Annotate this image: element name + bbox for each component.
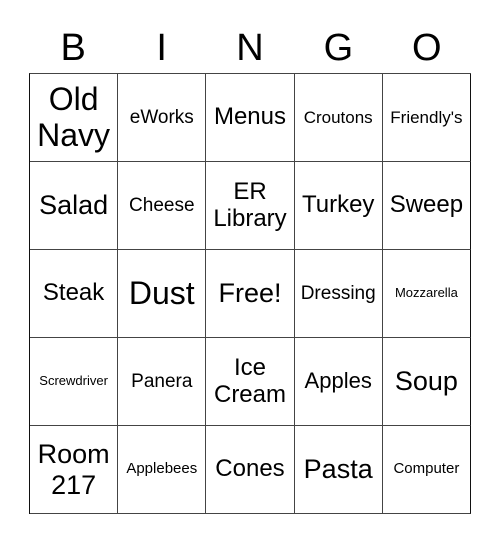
bingo-cell[interactable]: Room 217 — [30, 426, 119, 514]
bingo-cell[interactable]: Croutons — [294, 74, 383, 162]
bingo-free-space[interactable]: Free! — [206, 250, 295, 338]
bingo-cell[interactable]: Old Navy — [30, 74, 119, 162]
bingo-cell[interactable]: ER Library — [206, 162, 295, 250]
bingo-cell[interactable]: Dressing — [294, 250, 383, 338]
bingo-cell[interactable]: Turkey — [294, 162, 383, 250]
bingo-cell[interactable]: Salad — [30, 162, 119, 250]
bingo-cell[interactable]: Dust — [118, 250, 207, 338]
header-letter-n: N — [236, 27, 264, 69]
bingo-cell[interactable]: Computer — [382, 426, 471, 514]
bingo-cell[interactable]: Apples — [294, 338, 383, 426]
bingo-cell[interactable]: Ice Cream — [206, 338, 295, 426]
bingo-cell[interactable]: Panera — [118, 338, 207, 426]
header-letter-g: G — [323, 27, 354, 69]
bingo-cell[interactable]: Steak — [30, 250, 119, 338]
bingo-cell[interactable]: Mozzarella — [382, 250, 471, 338]
bingo-cell[interactable]: Pasta — [294, 426, 383, 514]
bingo-cell[interactable]: Soup — [382, 338, 471, 426]
bingo-cell[interactable]: Cheese — [118, 162, 207, 250]
header-letter-o: O — [412, 27, 442, 69]
bingo-cell[interactable]: Sweep — [382, 162, 471, 250]
bingo-cell[interactable]: Applebees — [118, 426, 207, 514]
header-letter-i: I — [156, 27, 167, 69]
bingo-cell[interactable]: eWorks — [118, 74, 207, 162]
header-letter-b: B — [60, 27, 86, 69]
bingo-header: B I N G O — [29, 22, 471, 74]
bingo-cell[interactable]: Menus — [206, 74, 295, 162]
bingo-cell[interactable]: Screwdriver — [30, 338, 119, 426]
bingo-cell[interactable]: Cones — [206, 426, 295, 514]
bingo-cell[interactable]: Friendly's — [382, 74, 471, 162]
bingo-card: Old Navy eWorks Menus Croutons Friendly'… — [29, 73, 471, 514]
